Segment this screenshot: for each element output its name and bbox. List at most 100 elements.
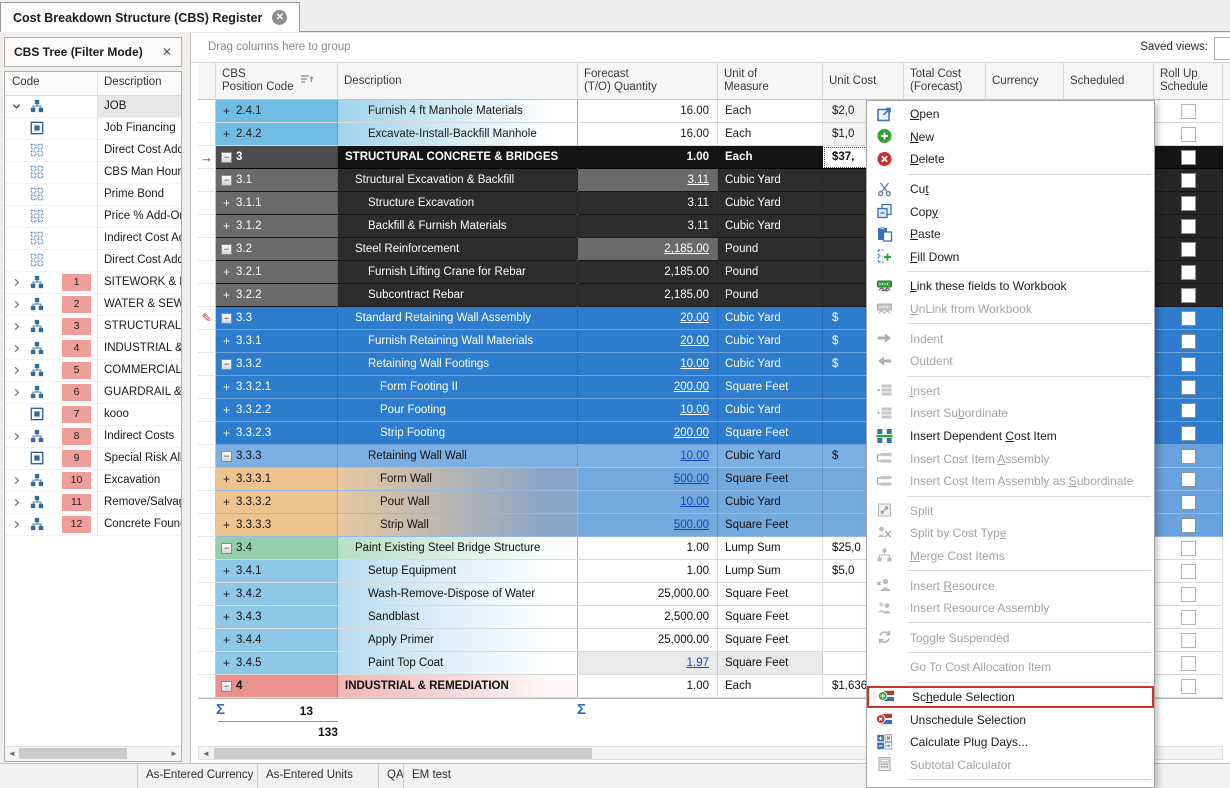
cell-unit-of-measure[interactable]: Cubic Yard	[718, 192, 823, 215]
cell-forecast-quantity[interactable]: 25,000.00	[578, 629, 718, 652]
cell-description[interactable]: Structure Excavation	[338, 192, 578, 215]
roll-up-schedule-checkbox[interactable]	[1181, 288, 1196, 303]
quantity-link[interactable]: 200.00	[674, 427, 709, 439]
caret-right-icon[interactable]	[11, 387, 22, 398]
tree-col-description[interactable]: Description	[104, 76, 162, 88]
menu-item-unlink-from-workbook[interactable]: UnLink from Workbook	[867, 298, 1154, 321]
cell-forecast-quantity[interactable]: 10.00	[578, 353, 718, 376]
menu-item-unschedule-selection[interactable]: Unschedule Selection	[867, 708, 1154, 731]
cell-description[interactable]: Subcontract Rebar	[338, 284, 578, 307]
cell-position-code[interactable]: −3.3	[216, 307, 338, 330]
tree-row-prime-bond[interactable]: Prime Bond	[5, 184, 181, 206]
column-header-total-cost-forecast[interactable]: Total Cost (Forecast)	[904, 63, 986, 100]
menu-item-copy[interactable]: Copy	[867, 200, 1154, 223]
cell-unit-of-measure[interactable]: Cubic Yard	[718, 399, 823, 422]
cell-roll-up-schedule[interactable]	[1154, 537, 1223, 560]
cell-position-code[interactable]: +3.4.5	[216, 652, 338, 675]
cell-description[interactable]: Furnish 4 ft Manhole Materials	[338, 100, 578, 123]
menu-item-outdent[interactable]: Outdent	[867, 350, 1154, 373]
cell-roll-up-schedule[interactable]	[1154, 560, 1223, 583]
roll-up-schedule-checkbox[interactable]	[1181, 311, 1196, 326]
tree-row-cbs-man-hour-add[interactable]: CBS Man Hour Add	[5, 162, 181, 184]
quantity-link[interactable]: 500.00	[674, 473, 709, 485]
menu-item-calculate-plug-days[interactable]: Calculate Plug Days...	[867, 731, 1154, 754]
cell-position-code[interactable]: +3.1.2	[216, 215, 338, 238]
cell-unit-of-measure[interactable]: Each	[718, 146, 823, 169]
cell-description[interactable]: Standard Retaining Wall Assembly	[338, 307, 578, 330]
tree-row-water-sewer[interactable]: 2WATER & SEWER	[5, 294, 181, 316]
cell-forecast-quantity[interactable]: 16.00	[578, 100, 718, 123]
cell-description[interactable]: Sandblast	[338, 606, 578, 629]
tree-row-structural-con[interactable]: 3STRUCTURAL CON	[5, 316, 181, 338]
roll-up-schedule-checkbox[interactable]	[1181, 541, 1196, 556]
cell-position-code[interactable]: −3.2	[216, 238, 338, 261]
cell-description[interactable]: Furnish Lifting Crane for Rebar	[338, 261, 578, 284]
roll-up-schedule-checkbox[interactable]	[1181, 196, 1196, 211]
roll-up-schedule-checkbox[interactable]	[1181, 587, 1196, 602]
cell-position-code[interactable]: +3.3.2.3	[216, 422, 338, 445]
cell-position-code[interactable]: +3.3.2.2	[216, 399, 338, 422]
cell-description[interactable]: STRUCTURAL CONCRETE & BRIDGES	[338, 146, 578, 169]
cell-forecast-quantity[interactable]: 3.11	[578, 192, 718, 215]
caret-right-icon[interactable]	[11, 431, 22, 442]
cell-description[interactable]: INDUSTRIAL & REMEDIATION	[338, 675, 578, 698]
cell-forecast-quantity[interactable]: 25,000.00	[578, 583, 718, 606]
tree-row-job-financing[interactable]: Job Financing	[5, 118, 181, 140]
tree-row-industrial-re[interactable]: 4INDUSTRIAL & RE	[5, 338, 181, 360]
roll-up-schedule-checkbox[interactable]	[1181, 242, 1196, 257]
quantity-link[interactable]: 3.11	[687, 174, 709, 186]
scroll-left-icon[interactable]: ◄	[199, 747, 213, 760]
cell-position-code[interactable]: +3.3.2.1	[216, 376, 338, 399]
cell-roll-up-schedule[interactable]	[1154, 330, 1223, 353]
roll-up-schedule-checkbox[interactable]	[1181, 357, 1196, 372]
roll-up-schedule-checkbox[interactable]	[1181, 380, 1196, 395]
cell-position-code[interactable]: −3.1	[216, 169, 338, 192]
tree-row-guardrail-sig[interactable]: 6GUARDRAIL & SIG	[5, 382, 181, 404]
expand-icon[interactable]: +	[221, 658, 232, 669]
cell-roll-up-schedule[interactable]	[1154, 376, 1223, 399]
cell-unit-of-measure[interactable]: Cubic Yard	[718, 307, 823, 330]
cell-unit-of-measure[interactable]: Cubic Yard	[718, 215, 823, 238]
cell-unit-of-measure[interactable]: Square Feet	[718, 468, 823, 491]
cell-forecast-quantity[interactable]: 1.00	[578, 560, 718, 583]
cell-description[interactable]: Backfill & Furnish Materials	[338, 215, 578, 238]
roll-up-schedule-checkbox[interactable]	[1181, 150, 1196, 165]
collapse-icon[interactable]: −	[221, 359, 232, 370]
cell-unit-of-measure[interactable]: Lump Sum	[718, 537, 823, 560]
caret-right-icon[interactable]	[11, 299, 22, 310]
cell-forecast-quantity[interactable]: 10.00	[578, 445, 718, 468]
cell-position-code[interactable]: +3.3.3.3	[216, 514, 338, 537]
cell-unit-of-measure[interactable]: Square Feet	[718, 652, 823, 675]
cell-position-code[interactable]: −3.3.2	[216, 353, 338, 376]
saved-views-dropdown[interactable]	[1214, 37, 1230, 60]
menu-item-new[interactable]: New	[867, 126, 1154, 149]
collapse-icon[interactable]: −	[221, 152, 232, 163]
expand-icon[interactable]: +	[221, 336, 232, 347]
cell-roll-up-schedule[interactable]	[1154, 399, 1223, 422]
group-by-bar[interactable]: Drag columns here to group Saved views:	[191, 33, 1230, 63]
cell-unit-of-measure[interactable]: Square Feet	[718, 629, 823, 652]
cell-forecast-quantity[interactable]: 200.00	[578, 422, 718, 445]
cell-roll-up-schedule[interactable]	[1154, 192, 1223, 215]
cell-roll-up-schedule[interactable]	[1154, 422, 1223, 445]
expand-icon[interactable]: +	[221, 221, 232, 232]
tree-row-price-add-on[interactable]: Price % Add-On	[5, 206, 181, 228]
cell-position-code[interactable]: +3.4.3	[216, 606, 338, 629]
tree-row-job[interactable]: JOB	[5, 96, 181, 118]
cell-forecast-quantity[interactable]: 2,185.00	[578, 238, 718, 261]
cell-position-code[interactable]: +2.4.2	[216, 123, 338, 146]
cell-roll-up-schedule[interactable]	[1154, 652, 1223, 675]
quantity-link[interactable]: 10.00	[680, 450, 709, 462]
cell-forecast-quantity[interactable]: 3.11	[578, 169, 718, 192]
tree-horizontal-scrollbar[interactable]: ◄ ►	[5, 746, 181, 761]
expand-icon[interactable]: +	[221, 290, 232, 301]
column-header-blank[interactable]	[198, 63, 216, 100]
collapse-icon[interactable]: −	[221, 313, 232, 324]
quantity-link[interactable]: 10.00	[680, 496, 709, 508]
cell-forecast-quantity[interactable]: 20.00	[578, 330, 718, 353]
cell-position-code[interactable]: −3.4	[216, 537, 338, 560]
cell-roll-up-schedule[interactable]	[1154, 261, 1223, 284]
cell-forecast-quantity[interactable]: 500.00	[578, 468, 718, 491]
collapse-icon[interactable]: −	[221, 244, 232, 255]
menu-item-indent[interactable]: Indent	[867, 327, 1154, 350]
